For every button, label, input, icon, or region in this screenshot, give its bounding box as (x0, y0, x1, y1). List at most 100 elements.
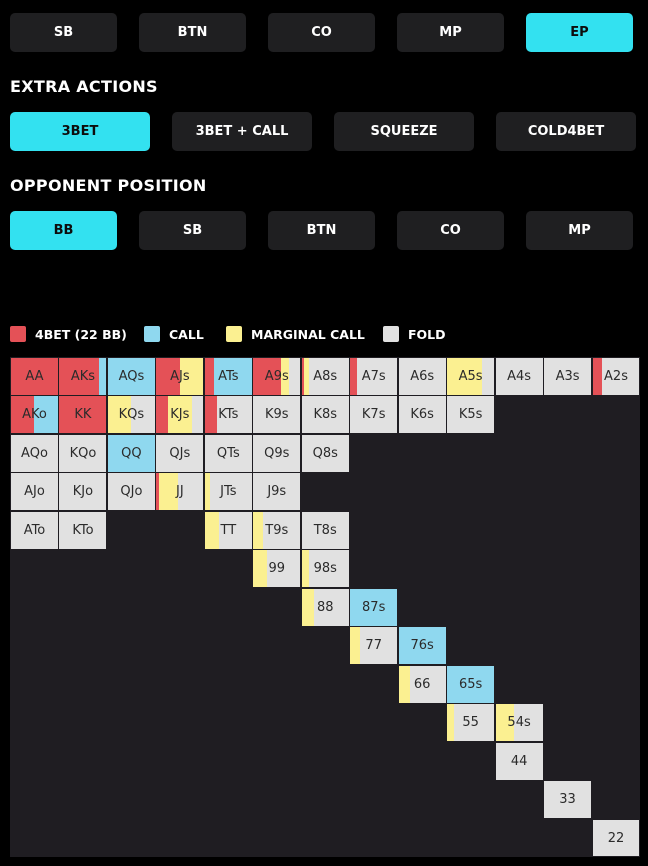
hand-cell-aks[interactable]: AKs (58, 357, 108, 396)
hand-cell-98s[interactable]: 98s (300, 549, 350, 589)
hand-cell-33[interactable]: 33 (543, 780, 593, 820)
hand-cell-66[interactable]: 66 (397, 664, 447, 704)
hand-cell-qjo[interactable]: QJo (106, 472, 156, 512)
hand-cell-jj[interactable]: JJ (155, 472, 205, 512)
hand-cell-qq[interactable]: QQ (106, 433, 156, 473)
hand-cell-ato[interactable]: ATo (10, 510, 59, 550)
hand-label: KQo (69, 445, 97, 461)
hand-cell-99[interactable]: 99 (252, 549, 302, 589)
action-button-squeeze[interactable]: SQUEEZE (334, 112, 474, 151)
hand-cell-ajo[interactable]: AJo (10, 472, 59, 512)
hand-label: JJ (176, 484, 184, 500)
hand-cell-55[interactable]: 55 (446, 703, 496, 743)
hand-cell-a2s[interactable]: A2s (591, 357, 641, 396)
hand-cell-k9s[interactable]: K9s (252, 395, 302, 435)
hand-cell-aa[interactable]: AA (10, 357, 59, 396)
hand-cell-kjs[interactable]: KJs (155, 395, 205, 435)
hand-label: AQo (21, 445, 48, 461)
opponent-button-btn[interactable]: BTN (268, 211, 375, 250)
position-button-btn[interactable]: BTN (139, 13, 246, 52)
hand-cell-j9s[interactable]: J9s (252, 472, 302, 512)
legend-label-call: CALL (169, 326, 204, 342)
hand-label: 33 (559, 792, 576, 808)
hand-label: 77 (365, 638, 382, 654)
legend-item-marginal-call: MARGINAL CALL (226, 325, 365, 343)
opponent-button-mp[interactable]: MP (526, 211, 633, 250)
hand-cell-jts[interactable]: JTs (203, 472, 253, 512)
hand-cell-q8s[interactable]: Q8s (300, 433, 350, 473)
hand-label: A8s (313, 368, 338, 384)
hand-cell-a3s[interactable]: A3s (543, 357, 593, 396)
hand-cell-a7s[interactable]: A7s (349, 357, 399, 396)
hand-cell-k6s[interactable]: K6s (397, 395, 447, 435)
hand-label: ATs (218, 368, 239, 384)
hand-label: K9s (264, 407, 289, 423)
position-button-mp[interactable]: MP (397, 13, 504, 52)
hand-cell-t9s[interactable]: T9s (252, 510, 302, 550)
legend-swatch-marginal-call (226, 326, 242, 342)
hand-cell-kqs[interactable]: KQs (106, 395, 156, 435)
hand-cell-88[interactable]: 88 (300, 587, 350, 627)
hand-range-grid: AA AKs AQs AJs ATs A9s A8s A7s A6s A5s A4s A3s A2s AK… (10, 357, 641, 858)
hand-label: AKo (22, 407, 47, 423)
hand-cell-k7s[interactable]: K7s (349, 395, 399, 435)
hand-cell-ako[interactable]: AKo (10, 395, 59, 435)
opponent-button-bb[interactable]: BB (10, 211, 117, 250)
hand-label: KTo (72, 522, 94, 538)
hand-label: 76s (410, 638, 434, 654)
hand-cell-a6s[interactable]: A6s (397, 357, 447, 396)
hand-cell-a4s[interactable]: A4s (494, 357, 544, 396)
hand-cell-qjs[interactable]: QJs (155, 433, 205, 473)
hand-cell-k5s[interactable]: K5s (446, 395, 496, 435)
opponent-button-sb[interactable]: SB (139, 211, 246, 250)
action-button-3bet[interactable]: 3BET (10, 112, 150, 151)
hand-label: A7s (361, 368, 386, 384)
hand-label: QQ (121, 445, 142, 461)
hand-cell-kto[interactable]: KTo (58, 510, 108, 550)
hand-label: KQs (118, 407, 145, 423)
hand-cell-qts[interactable]: QTs (203, 433, 253, 473)
hand-cell-a8s[interactable]: A8s (300, 357, 350, 396)
action-button-cold4bet[interactable]: COLD4BET (496, 112, 636, 151)
hand-cell-k8s[interactable]: K8s (300, 395, 350, 435)
hand-cell-t8s[interactable]: T8s (300, 510, 350, 550)
hand-label: 88 (316, 599, 334, 615)
hand-cell-54s[interactable]: 54s (494, 703, 544, 743)
hand-cell-65s[interactable]: 65s (446, 664, 496, 704)
hand-label: K8s (313, 407, 338, 423)
hand-cell-22[interactable]: 22 (591, 818, 641, 858)
hand-cell-tt[interactable]: TT (203, 510, 253, 550)
hand-label: AJo (24, 484, 45, 500)
hand-cell-77[interactable]: 77 (349, 626, 399, 666)
legend-label-4bet: 4BET (22 BB) (35, 326, 127, 342)
legend-label-marginal-call: MARGINAL CALL (251, 326, 365, 342)
position-button-co[interactable]: CO (268, 13, 375, 52)
hand-label: AKs (70, 368, 96, 384)
hand-cell-q9s[interactable]: Q9s (252, 433, 302, 473)
hand-cell-kjo[interactable]: KJo (58, 472, 108, 512)
hand-cell-a5s[interactable]: A5s (446, 357, 496, 396)
legend-label-fold: FOLD (408, 326, 446, 342)
legend-swatch-4bet (10, 326, 26, 342)
hand-cell-kts[interactable]: KTs (203, 395, 253, 435)
position-button-sb[interactable]: SB (10, 13, 117, 52)
hand-label: A6s (410, 368, 435, 384)
hand-cell-76s[interactable]: 76s (397, 626, 447, 666)
hand-cell-kqo[interactable]: KQo (58, 433, 108, 473)
position-button-ep[interactable]: EP (526, 13, 633, 52)
hand-label: 98s (313, 561, 337, 577)
hand-cell-aqo[interactable]: AQo (10, 433, 59, 473)
hand-cell-a9s[interactable]: A9s (252, 357, 302, 396)
hand-label: KTs (218, 407, 239, 423)
hand-cell-87s[interactable]: 87s (349, 587, 399, 627)
hand-label: Q9s (264, 445, 290, 461)
legend-item-fold: FOLD (383, 325, 446, 343)
hand-label: QJo (120, 484, 143, 500)
hand-cell-kk[interactable]: KK (58, 395, 108, 435)
action-button-3bet-call[interactable]: 3BET + CALL (172, 112, 312, 151)
hand-cell-44[interactable]: 44 (494, 741, 544, 781)
opponent-button-co[interactable]: CO (397, 211, 504, 250)
hand-cell-aqs[interactable]: AQs (106, 357, 156, 396)
hand-cell-ats[interactable]: ATs (203, 357, 253, 396)
hand-cell-ajs[interactable]: AJs (155, 357, 205, 396)
